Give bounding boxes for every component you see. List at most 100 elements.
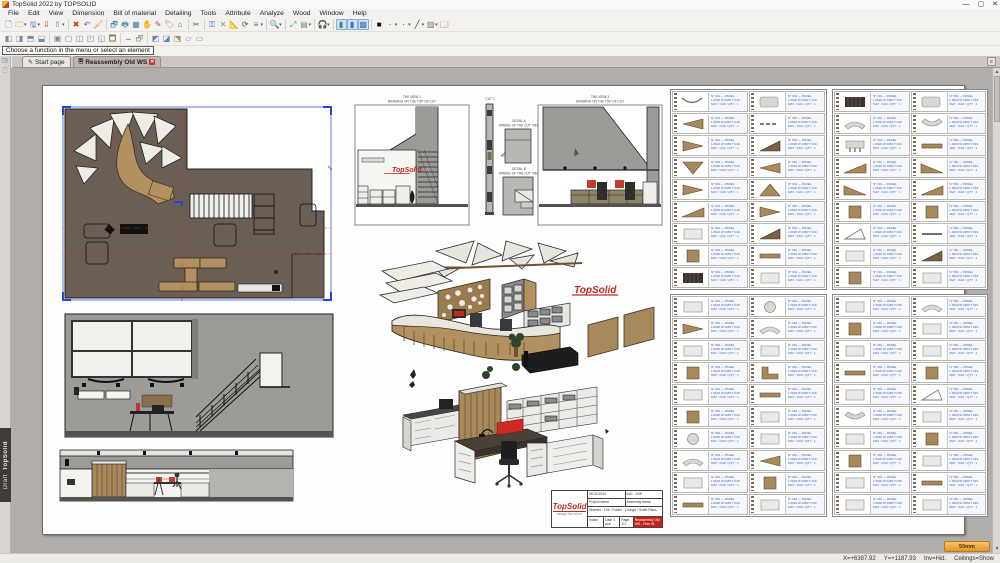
part-card[interactable]: N° 001 — PANELL 0620 W 0450 T 019MAT : O… — [834, 223, 910, 244]
part-card[interactable]: N° 001 — PANELL 0620 W 0450 T 019MAT : O… — [834, 494, 910, 515]
line-style-icon[interactable]: ╱ — [412, 19, 423, 30]
part-card[interactable]: N° 001 — PANELL 0620 W 0450 T 019MAT : O… — [672, 223, 748, 244]
part-card[interactable]: N° 001 — PANELL 0620 W 0450 T 019MAT : O… — [911, 267, 987, 288]
render-hidden-icon[interactable]: ⬔ — [172, 33, 183, 44]
undo-icon[interactable]: ↶ — [82, 19, 93, 30]
menu-bill-of-material[interactable]: Bill of material — [113, 10, 156, 17]
view-persp-icon[interactable]: 🗖 — [107, 33, 118, 44]
delete-icon[interactable]: ✖ — [71, 19, 82, 30]
part-card[interactable]: N° 001 — PANELL 0620 W 0450 T 019MAT : O… — [834, 267, 910, 288]
part-card[interactable]: N° 001 — PANELL 0620 W 0450 T 019MAT : O… — [749, 296, 825, 317]
print-icon[interactable]: 🖶 — [120, 19, 131, 30]
color-swatch-icon[interactable]: ■ — [374, 19, 385, 30]
status-invisible-mode[interactable]: Inv=Hid. — [924, 556, 946, 562]
part-card[interactable]: N° 001 — PANELL 0620 W 0450 T 019MAT : O… — [749, 201, 825, 222]
pattern-icon[interactable]: ▩ — [358, 19, 369, 30]
menu-view[interactable]: View — [49, 10, 64, 17]
link-icon[interactable]: ⚿ — [207, 19, 218, 30]
part-card[interactable]: N° 001 — PANELL 0620 W 0450 T 019MAT : O… — [911, 450, 987, 471]
part-card[interactable]: N° 001 — PANELL 0620 W 0450 T 019MAT : O… — [672, 384, 748, 405]
part-card[interactable]: N° 001 — PANELL 0620 W 0450 T 019MAT : O… — [749, 472, 825, 493]
part-card[interactable]: N° 001 — PANELL 0620 W 0450 T 019MAT : O… — [834, 450, 910, 471]
part-card[interactable]: N° 001 — PANELL 0620 W 0450 T 019MAT : O… — [911, 340, 987, 361]
part-card[interactable]: N° 001 — PANELL 0620 W 0450 T 019MAT : O… — [911, 245, 987, 266]
layers-icon[interactable]: ≡ — [251, 19, 262, 30]
menu-edit[interactable]: Edit — [28, 10, 40, 17]
view-bottom-icon[interactable]: ▢ — [63, 33, 74, 44]
save-icon[interactable]: 🖫 — [28, 19, 39, 30]
scroll-down-icon[interactable]: ▼ — [993, 545, 1000, 553]
hatch-style-icon[interactable]: ▨ — [425, 19, 436, 30]
scroll-up-icon[interactable]: ▲ — [993, 68, 1000, 76]
part-card[interactable]: N° 001 — PANELL 0620 W 0450 T 019MAT : O… — [672, 428, 748, 449]
strip-elevation-view[interactable] — [59, 449, 294, 504]
tab-start-page[interactable]: ✎ Start page — [22, 56, 71, 67]
section-view-1[interactable]: THE VIEW 1 DRAWING ON THE TOP OF CUT Top… — [354, 94, 470, 226]
part-card[interactable]: N° 001 — PANELL 0620 W 0450 T 019MAT : O… — [672, 296, 748, 317]
detail-views[interactable]: DETAIL A DRAWING OF THE CUT VIEW 2 DETAI… — [499, 118, 539, 218]
status-ceiling-mode[interactable]: Ceilings=Show — [954, 556, 994, 562]
part-card[interactable]: N° 001 — PANELL 0620 W 0450 T 019MAT : O… — [672, 340, 748, 361]
part-card[interactable]: N° 001 — PANELL 0620 W 0450 T 019MAT : O… — [672, 157, 748, 178]
column-alt-icon[interactable]: ▮ — [347, 19, 358, 30]
part-card[interactable]: N° 001 — PANELL 0620 W 0450 T 019MAT : O… — [911, 135, 987, 156]
close-icon[interactable]: ✕ — [992, 0, 998, 9]
view-left-icon[interactable]: ⬒ — [25, 33, 36, 44]
part-card[interactable]: N° 001 — PANELL 0620 W 0450 T 019MAT : O… — [749, 384, 825, 405]
menu-file[interactable]: File — [8, 10, 19, 17]
measure-icon[interactable]: 📐 — [229, 19, 240, 30]
tab-overflow-button[interactable]: ≡ — [987, 57, 996, 66]
export-icon[interactable]: ⇧ — [52, 19, 63, 30]
menu-attribute[interactable]: Attribute — [225, 10, 250, 17]
desk-system-3d-view[interactable] — [397, 379, 612, 494]
menu-help[interactable]: Help — [353, 10, 367, 17]
brush-icon[interactable]: 🖌 — [93, 19, 104, 30]
scrollbar-thumb[interactable] — [994, 76, 1000, 122]
point2-style-icon[interactable]: · — [398, 19, 409, 30]
grid-icon[interactable]: ▦ — [131, 19, 142, 30]
narrow-section-view[interactable]: CUT 2 — [481, 96, 499, 218]
part-card[interactable]: N° 001 — PANELL 0620 W 0450 T 019MAT : O… — [749, 91, 825, 112]
sidebar-nav-icon[interactable]: ◳ — [1, 57, 10, 66]
elevation-view[interactable] — [64, 313, 334, 438]
view-front-icon[interactable]: ◧ — [3, 33, 14, 44]
menu-window[interactable]: Window — [320, 10, 344, 17]
part-card[interactable]: N° 001 — PANELL 0620 W 0450 T 019MAT : O… — [834, 201, 910, 222]
cut-icon[interactable]: ✂ — [191, 19, 202, 30]
sheet-prev-icon[interactable]: 🗕 — [123, 33, 134, 44]
part-card[interactable]: N° 001 — PANELL 0620 W 0450 T 019MAT : O… — [672, 494, 748, 515]
part-card[interactable]: N° 001 — PANELL 0620 W 0450 T 019MAT : O… — [834, 362, 910, 383]
headset-icon[interactable]: 🎧 — [317, 19, 328, 30]
part-card[interactable]: N° 001 — PANELL 0620 W 0450 T 019MAT : O… — [911, 223, 987, 244]
part-card[interactable]: N° 001 — PANELL 0620 W 0450 T 019MAT : O… — [672, 406, 748, 427]
part-card[interactable]: N° 001 — PANELL 0620 W 0450 T 019MAT : O… — [834, 91, 910, 112]
hand-icon[interactable]: ✋ — [142, 19, 153, 30]
point-style-icon[interactable]: · — [385, 19, 396, 30]
render-wire-icon[interactable]: ◪ — [161, 33, 172, 44]
part-card[interactable]: N° 001 — PANELL 0620 W 0450 T 019MAT : O… — [834, 428, 910, 449]
view-right-icon[interactable]: ⬓ — [36, 33, 47, 44]
tab-document[interactable]: 🗎 Reassembly Old WS ✕ — [73, 56, 162, 67]
part-card[interactable]: N° 001 — PANELL 0620 W 0450 T 019MAT : O… — [672, 135, 748, 156]
part-card[interactable]: N° 001 — PANELL 0620 W 0450 T 019MAT : O… — [672, 318, 748, 339]
drawing-sheet[interactable]: THE VIEW 1 DRAWING ON THE TOP OF CUT Top… — [42, 85, 965, 535]
part-card[interactable]: N° 001 — PANELL 0620 W 0450 T 019MAT : O… — [672, 91, 748, 112]
part-card[interactable]: N° 001 — PANELL 0620 W 0450 T 019MAT : O… — [834, 406, 910, 427]
view-back-icon[interactable]: ◨ — [14, 33, 25, 44]
part-card[interactable]: N° 001 — PANELL 0620 W 0450 T 019MAT : O… — [749, 113, 825, 134]
part-card[interactable]: N° 001 — PANELL 0620 W 0450 T 019MAT : O… — [672, 450, 748, 471]
tag-icon[interactable]: 🏷 — [164, 19, 175, 30]
part-card[interactable]: N° 001 — PANELL 0620 W 0450 T 019MAT : O… — [911, 406, 987, 427]
part-card[interactable]: N° 001 — PANELL 0620 W 0450 T 019MAT : O… — [834, 157, 910, 178]
fit-icon[interactable]: ⤢ — [288, 19, 299, 30]
vertical-scrollbar[interactable]: ▲ ▼ — [992, 68, 1000, 553]
part-card[interactable]: N° 001 — PANELL 0620 W 0450 T 019MAT : O… — [834, 179, 910, 200]
minimize-icon[interactable]: — — [963, 0, 970, 9]
render-shaded-icon[interactable]: ◩ — [150, 33, 161, 44]
part-card[interactable]: N° 001 — PANELL 0620 W 0450 T 019MAT : O… — [834, 384, 910, 405]
rotate-icon[interactable]: ⟳ — [240, 19, 251, 30]
pen-icon[interactable]: ✎ — [153, 19, 164, 30]
part-card[interactable]: N° 001 — PANELL 0620 W 0450 T 019MAT : O… — [749, 157, 825, 178]
part-card[interactable]: N° 001 — PANELL 0620 W 0450 T 019MAT : O… — [749, 267, 825, 288]
sheet-next-icon[interactable]: 🗗 — [134, 33, 145, 44]
